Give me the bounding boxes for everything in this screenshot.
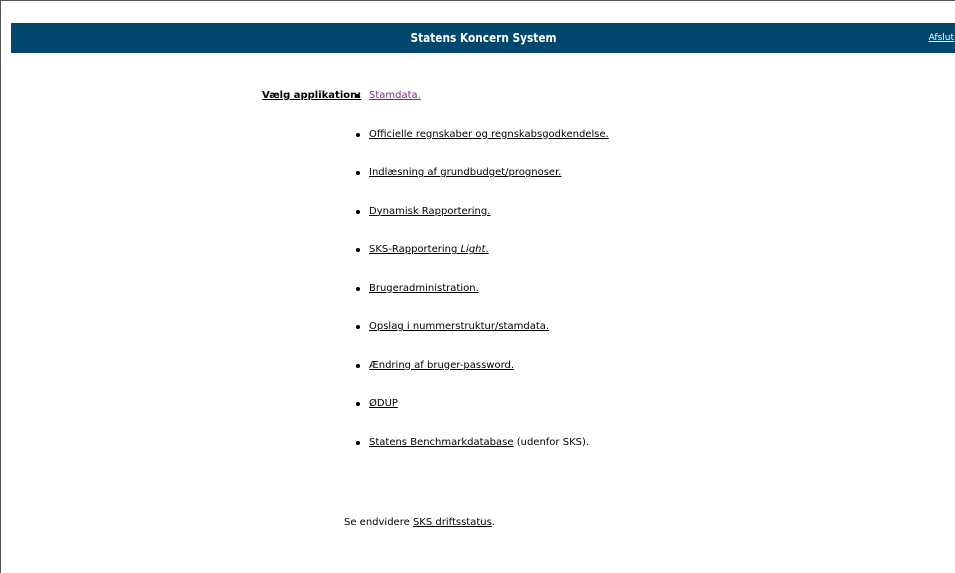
light-emphasis: Light xyxy=(460,244,486,255)
footer-note: Se endvidere SKS driftsstatus. xyxy=(344,517,495,528)
link-dynamisk-rapportering[interactable]: Dynamisk Rapportering. xyxy=(369,206,490,217)
link-sks-rapportering-label: SKS-Rapportering xyxy=(369,244,461,255)
bullet-icon xyxy=(356,132,360,137)
list-item: Brugeradministration. xyxy=(356,283,609,322)
link-stamdata[interactable]: Stamdata. xyxy=(369,90,421,101)
logout-link[interactable]: Afslut xyxy=(929,23,954,53)
list-item: ØDUP xyxy=(356,398,609,437)
link-indlaesning-grundbudget[interactable]: Indlæsning af grundbudget/prognoser. xyxy=(369,167,561,178)
link-opslag-nummerstruktur[interactable]: Opslag i nummerstruktur/stamdata. xyxy=(369,321,549,332)
benchmark-note: (udenfor SKS). xyxy=(513,436,590,448)
link-brugeradministration[interactable]: Brugeradministration. xyxy=(369,283,479,294)
link-benchmarkdatabase[interactable]: Statens Benchmarkdatabase xyxy=(369,437,514,448)
page-frame: Statens Koncern System Afslut Vælg appli… xyxy=(0,0,955,573)
footer-prefix: Se endvidere xyxy=(344,517,413,528)
link-officielle-regnskaber[interactable]: Officielle regnskaber og regnskabsgodken… xyxy=(369,129,609,140)
bullet-icon xyxy=(356,325,360,329)
bullet-icon xyxy=(356,440,360,445)
header-bar: Statens Koncern System Afslut xyxy=(11,23,955,53)
choose-application-label: Vælg applikation: xyxy=(262,90,362,101)
bullet-icon xyxy=(356,363,360,368)
link-aendring-password[interactable]: Ændring af bruger-password. xyxy=(369,360,514,371)
bullet-icon xyxy=(356,94,360,98)
footer-suffix: . xyxy=(491,517,495,528)
list-item: SKS-Rapportering Light. xyxy=(356,244,609,283)
bullet-icon xyxy=(356,171,360,175)
link-odup[interactable]: ØDUP xyxy=(369,398,398,409)
list-item: Opslag i nummerstruktur/stamdata. xyxy=(356,321,609,360)
driftsstatus-link[interactable]: SKS driftsstatus xyxy=(413,517,492,528)
list-item: Stamdata. xyxy=(356,90,609,129)
list-item: Ændring af bruger-password. xyxy=(356,360,609,399)
page-title: Statens Koncern System xyxy=(410,31,557,45)
list-item: Officielle regnskaber og regnskabsgodken… xyxy=(356,129,609,168)
bullet-icon xyxy=(356,248,360,252)
application-list: Stamdata. Officielle regnskaber og regns… xyxy=(356,90,609,475)
link-sks-rapportering-light[interactable]: SKS-Rapportering Light. xyxy=(369,244,489,255)
bullet-icon xyxy=(356,402,360,406)
bullet-icon xyxy=(356,209,360,214)
list-item: Statens Benchmarkdatabase (udenfor SKS). xyxy=(356,437,609,476)
list-item: Indlæsning af grundbudget/prognoser. xyxy=(356,167,609,206)
list-item: Dynamisk Rapportering. xyxy=(356,206,609,245)
bullet-icon xyxy=(356,286,360,291)
link-sks-rapportering-suffix: . xyxy=(485,244,489,255)
